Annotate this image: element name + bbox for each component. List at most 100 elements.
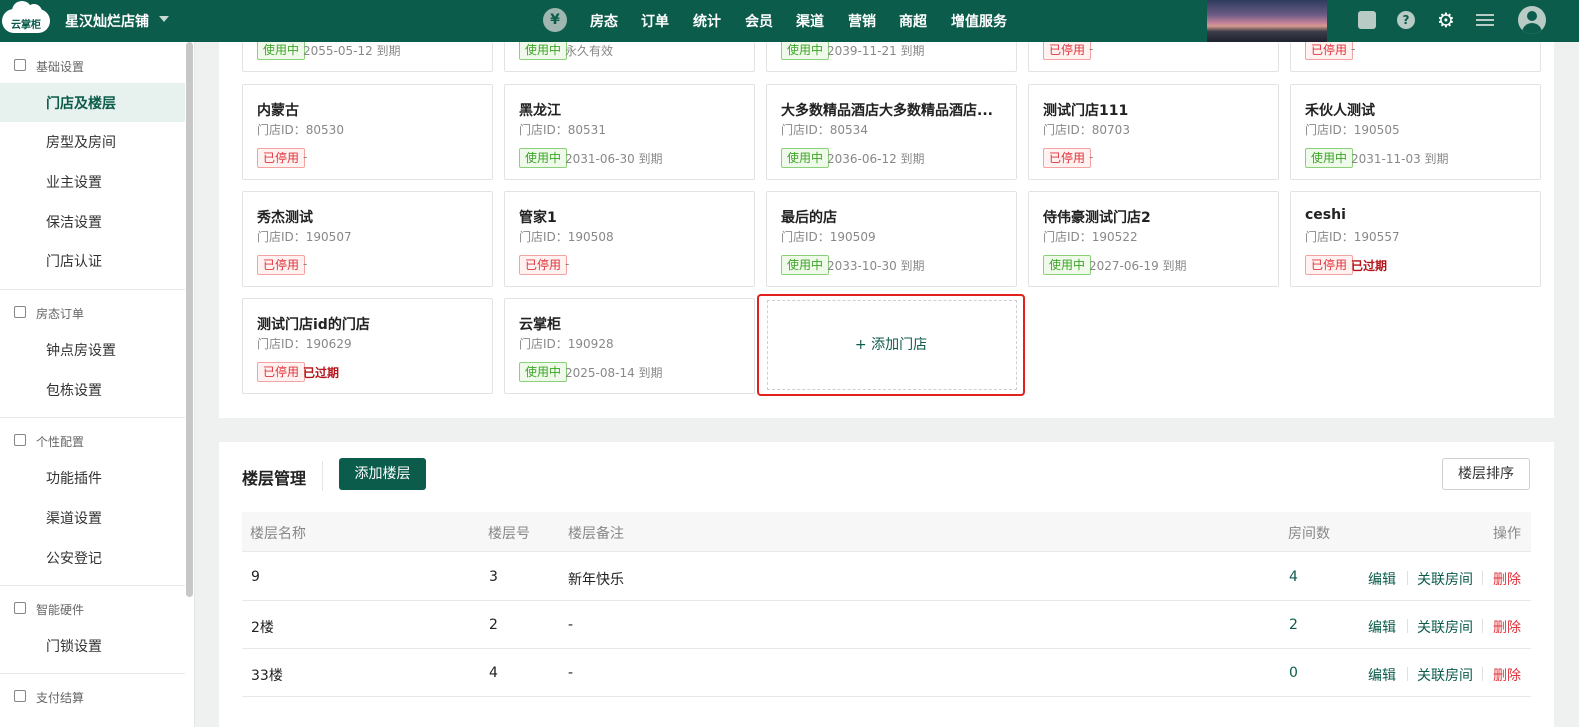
edit-floor-link[interactable]: 编辑 [1368, 617, 1396, 637]
edit-floor-link[interactable]: 编辑 [1368, 569, 1396, 589]
add-floor-button[interactable]: 添加楼层 [339, 458, 426, 490]
store-card[interactable]: 使用中 永久有效 [504, 42, 755, 72]
store-expiry: - [565, 257, 570, 271]
store-card[interactable]: 云掌柜 门店ID：190928 使用中 2025-08-14 到期 [504, 298, 755, 394]
store-switcher[interactable]: 星汉灿烂店铺 [65, 11, 149, 31]
home-icon [14, 59, 26, 71]
sidebar: 基础设置 门店及楼层 房型及房间 业主设置 保洁设置 门店认证 房态订单 钟点房… [0, 42, 195, 727]
avatar[interactable] [1518, 6, 1546, 34]
help-icon[interactable]: ? [1397, 11, 1415, 29]
floor-name: 33楼 [251, 668, 283, 684]
nav-channels[interactable]: 渠道 [796, 11, 824, 31]
col-floor-name: 楼层名称 [250, 526, 306, 542]
store-name: 秀杰测试 [257, 210, 313, 226]
add-store-button[interactable]: + 添加门店 [757, 294, 1025, 396]
store-id: 门店ID：80531 [519, 123, 606, 137]
store-card[interactable]: 测试门店111 门店ID：80703 已停用 - [1028, 84, 1279, 180]
store-expiry: 2036-06-12 到期 [827, 152, 925, 166]
store-card[interactable]: 管家1 门店ID：190508 已停用 - [504, 191, 755, 287]
store-id: 门店ID：190557 [1305, 230, 1400, 244]
status-badge: 使用中 [1305, 148, 1354, 168]
floors-table-header: 楼层名称 楼层号 楼层备注 房间数 操作 [242, 512, 1531, 552]
delete-floor-link[interactable]: 删除 [1493, 665, 1521, 685]
store-id: 门店ID：190928 [519, 337, 614, 351]
status-badge: 使用中 [257, 42, 306, 60]
store-name: 最后的店 [781, 210, 837, 226]
app-logo[interactable]: 云掌柜 [2, 1, 50, 35]
col-floor-note: 楼层备注 [568, 526, 624, 542]
status-badge: 已停用 [1043, 42, 1092, 60]
store-card[interactable]: 测试门店id的门店 门店ID：190629 已停用 已过期 [242, 298, 493, 394]
nav-members[interactable]: 会员 [745, 11, 773, 31]
lock-icon [14, 602, 26, 614]
store-name: 侍伟豪测试门店2 [1043, 210, 1151, 226]
store-card[interactable]: 大多数精品酒店大多数精品酒店... 门店ID：80534 使用中 2036-06-12… [766, 84, 1017, 180]
chevron-down-icon[interactable] [159, 16, 169, 22]
store-card[interactable]: 已停用 - [1290, 42, 1541, 72]
yen-icon [14, 690, 26, 702]
store-card[interactable]: 内蒙古 门店ID：80530 已停用 - [242, 84, 493, 180]
col-floor-number: 楼层号 [488, 526, 530, 542]
delete-floor-link[interactable]: 删除 [1493, 617, 1521, 637]
nav-marketing[interactable]: 营销 [848, 11, 876, 31]
promo-banner[interactable] [1207, 0, 1327, 42]
store-card[interactable]: 使用中 2055-05-12 到期 [242, 42, 493, 72]
sidebar-divider [0, 417, 185, 418]
sidebar-group-hardware: 智能硬件 [0, 599, 185, 619]
edit-floor-link[interactable]: 编辑 [1368, 665, 1396, 685]
sidebar-item-room-types[interactable]: 房型及房间 [0, 122, 185, 161]
sidebar-item-police[interactable]: 公安登记 [0, 538, 185, 577]
sidebar-item-hourly-rooms[interactable]: 钟点房设置 [0, 330, 185, 369]
nav-shop[interactable]: 商超 [899, 11, 927, 31]
store-expiry: 2033-10-30 到期 [827, 259, 925, 273]
sidebar-item-owners[interactable]: 业主设置 [0, 162, 185, 201]
yen-icon[interactable]: ¥ [543, 8, 567, 32]
store-card[interactable]: 最后的店 门店ID：190509 使用中 2033-10-30 到期 [766, 191, 1017, 287]
sort-floors-button[interactable]: 楼层排序 [1442, 458, 1530, 490]
room-count-link[interactable]: 4 [1289, 569, 1298, 585]
sidebar-item-certification[interactable]: 门店认证 [0, 241, 185, 280]
nav-stats[interactable]: 统计 [693, 11, 721, 31]
sidebar-item-door-locks[interactable]: 门锁设置 [0, 626, 185, 665]
floors-panel: 楼层管理 添加楼层 楼层排序 楼层名称 楼层号 楼层备注 房间数 操作 9 3 新年… [219, 442, 1554, 727]
sidebar-divider [0, 289, 185, 290]
sidebar-item-stores-floors[interactable]: 门店及楼层 [0, 83, 185, 122]
sidebar-item-plugins[interactable]: 功能插件 [0, 458, 185, 497]
link-rooms-link[interactable]: 关联房间 [1417, 569, 1473, 589]
store-card[interactable]: 使用中 2039-11-21 到期 [766, 42, 1017, 72]
store-card[interactable]: 侍伟豪测试门店2 门店ID：190522 使用中 2027-06-19 到期 [1028, 191, 1279, 287]
delete-floor-link[interactable]: 删除 [1493, 569, 1521, 589]
sidebar-scrollbar[interactable] [186, 42, 193, 597]
sidebar-item-channels[interactable]: 渠道设置 [0, 498, 185, 537]
store-card[interactable]: 禾伙人测试 门店ID：190505 使用中 2031-11-03 到期 [1290, 84, 1541, 180]
sidebar-item-whole-building[interactable]: 包栋设置 [0, 370, 185, 409]
sidebar-group-personal: 个性配置 [0, 431, 185, 451]
sidebar-item-cleaning[interactable]: 保洁设置 [0, 202, 185, 241]
status-badge: 已停用 [1305, 42, 1354, 60]
link-rooms-link[interactable]: 关联房间 [1417, 665, 1473, 685]
gear-icon[interactable]: ⚙ [1437, 10, 1455, 30]
status-badge: 使用中 [1043, 255, 1092, 275]
table-row: 2楼 2 - 2 编辑 关联房间 删除 [242, 601, 1531, 649]
status-badge: 已停用 [519, 255, 568, 275]
store-expiry: 2031-06-30 到期 [565, 152, 663, 166]
room-count-link[interactable]: 0 [1289, 665, 1298, 681]
store-card[interactable]: 黑龙江 门店ID：80531 使用中 2031-06-30 到期 [504, 84, 755, 180]
nav-fangtai[interactable]: 房态 [590, 11, 618, 31]
room-count-link[interactable]: 2 [1289, 617, 1298, 633]
store-expiry: 2027-06-19 到期 [1089, 259, 1187, 273]
floor-number: 2 [489, 617, 498, 633]
store-card[interactable]: 秀杰测试 门店ID：190507 已停用 - [242, 191, 493, 287]
store-name: 内蒙古 [257, 103, 299, 119]
status-badge: 已停用 [257, 148, 306, 168]
store-expiry: 2031-11-03 到期 [1351, 152, 1449, 166]
link-rooms-link[interactable]: 关联房间 [1417, 617, 1473, 637]
store-name: 云掌柜 [519, 317, 561, 333]
store-name: 测试门店id的门店 [257, 317, 370, 333]
nav-value-added[interactable]: 增值服务 [951, 11, 1007, 31]
message-icon[interactable] [1358, 11, 1376, 29]
store-card[interactable]: ceshi 门店ID：190557 已停用 已过期 [1290, 191, 1541, 287]
menu-icon[interactable] [1476, 11, 1494, 29]
store-card[interactable]: 已停用 - [1028, 42, 1279, 72]
nav-orders[interactable]: 订单 [641, 11, 669, 31]
